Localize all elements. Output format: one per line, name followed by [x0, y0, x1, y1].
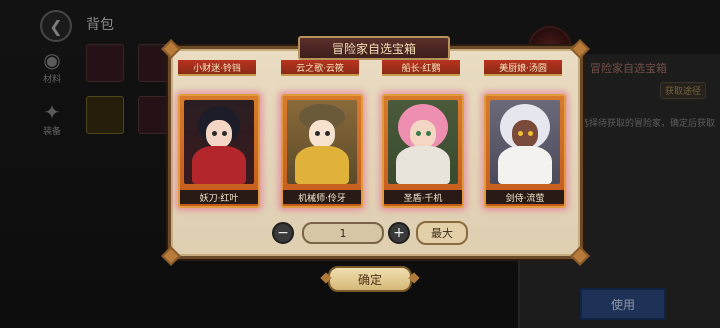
eye-shape: [426, 131, 431, 136]
eye-shape: [416, 131, 421, 136]
max-button[interactable]: 最大: [416, 221, 468, 245]
outfit-shape: [295, 146, 349, 184]
confirm-button[interactable]: 确定: [328, 266, 412, 292]
outfit-shape: [192, 146, 246, 184]
character-card[interactable]: 圣盾·千机: [382, 94, 464, 208]
character-option-top[interactable]: 船长·红鹦: [382, 60, 460, 76]
character-portrait: [184, 100, 254, 184]
character-portrait: [490, 100, 560, 184]
quantity-field[interactable]: 1: [302, 222, 384, 244]
character-name: 剑侍·流萤: [486, 190, 564, 204]
character-card[interactable]: 妖刀·红叶: [178, 94, 260, 208]
character-card[interactable]: 机械师·伶牙: [281, 94, 363, 208]
character-portrait: [287, 100, 357, 184]
character-option-top[interactable]: 美厨娘·汤圆: [484, 60, 562, 76]
character-portrait: [388, 100, 458, 184]
eye-shape: [212, 131, 217, 136]
face-shape: [410, 120, 436, 148]
eye-shape: [222, 131, 227, 136]
outfit-shape: [498, 146, 552, 184]
character-option-top[interactable]: 小财迷·铃铛: [178, 60, 256, 76]
character-name: 妖刀·红叶: [180, 190, 258, 204]
face-shape: [309, 120, 335, 148]
plus-button[interactable]: +: [388, 222, 410, 244]
outfit-shape: [396, 146, 450, 184]
plus-icon: +: [393, 225, 405, 241]
eye-shape: [315, 131, 320, 136]
character-card[interactable]: 剑侍·流萤: [484, 94, 566, 208]
character-name: 圣盾·千机: [384, 190, 462, 204]
character-option-top[interactable]: 云之歌·云筱: [281, 60, 359, 76]
eye-shape: [325, 131, 330, 136]
face-shape: [512, 120, 538, 148]
face-shape: [206, 120, 232, 148]
character-name: 机械师·伶牙: [283, 190, 361, 204]
dialog-title: 冒险家自选宝箱: [298, 36, 450, 60]
eye-shape: [518, 131, 523, 136]
minus-button[interactable]: −: [272, 222, 294, 244]
minus-icon: −: [277, 225, 289, 241]
quantity-stepper: − 1 + 最大: [272, 221, 468, 245]
eye-shape: [528, 131, 533, 136]
